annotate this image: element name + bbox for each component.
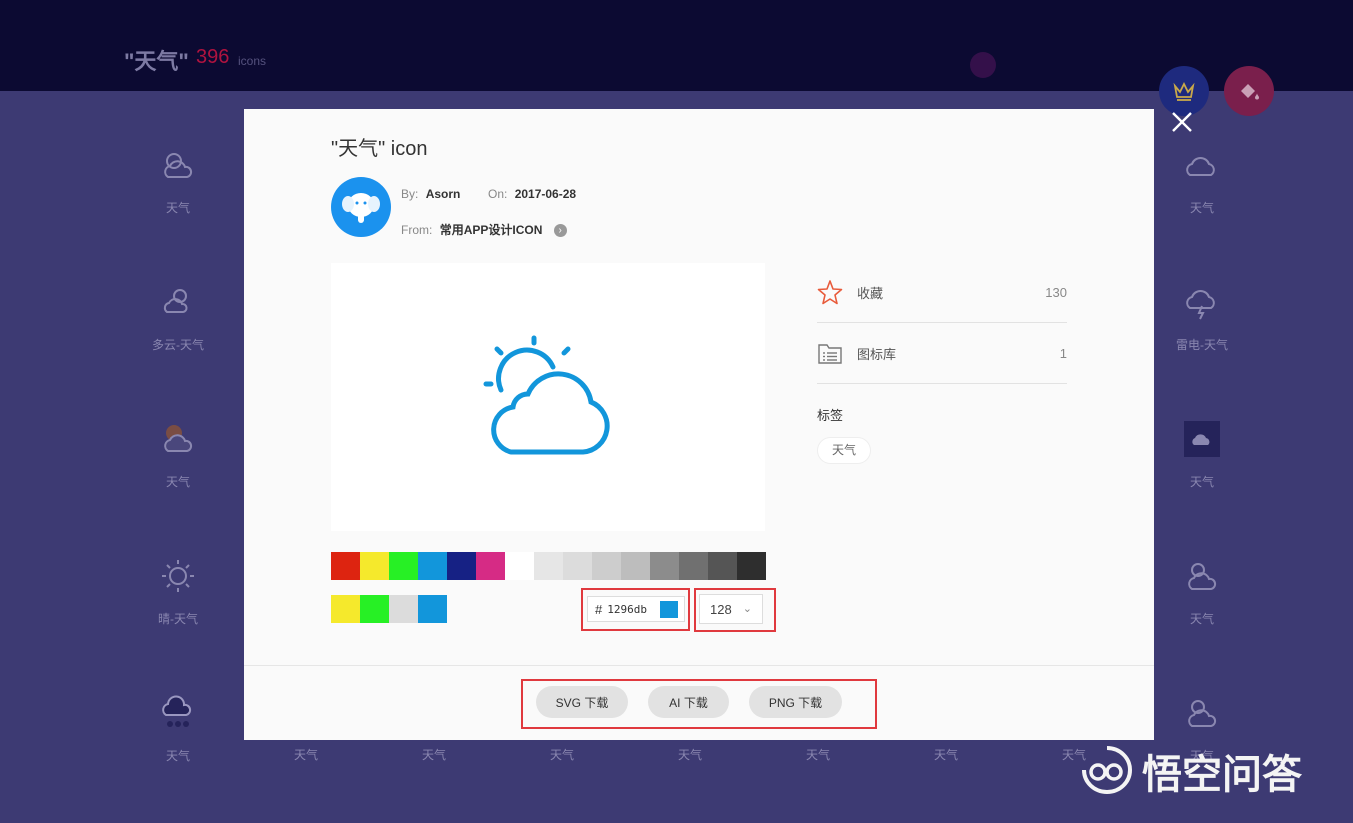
color-swatch[interactable] <box>418 552 447 580</box>
bg-icon-label: 天气 <box>678 748 703 762</box>
bg-icon-label: 多云-天气 <box>152 338 204 352</box>
tags-heading: 标签 <box>817 408 844 423</box>
bg-icon-item[interactable]: 天气 <box>1162 556 1242 627</box>
on-label: On: <box>488 187 508 201</box>
library-label: 图标库 <box>857 346 897 362</box>
author-name[interactable]: Asorn <box>426 187 461 201</box>
recent-color-swatch[interactable] <box>331 595 360 623</box>
recent-color-swatch[interactable] <box>389 595 418 623</box>
watermark-text: 悟空问答 <box>1142 753 1302 797</box>
color-swatch[interactable] <box>360 552 389 580</box>
bg-icon-label: 天气 <box>165 475 190 489</box>
highlight-box-size <box>694 588 776 632</box>
favorite-row[interactable]: 收藏 130 <box>817 262 1067 323</box>
cloud-hearts-icon <box>162 695 192 727</box>
star-icon <box>817 280 843 305</box>
wukong-logo-icon <box>1082 746 1133 795</box>
bg-icon-label: 天气 <box>422 748 447 762</box>
bg-icon-label: 雷电-天气 <box>1176 338 1228 352</box>
bg-icon-label: 天气 <box>1189 475 1214 489</box>
publish-date: 2017-06-28 <box>514 187 577 201</box>
highlight-box-color <box>581 588 690 631</box>
bg-icon-label: 天气 <box>934 748 959 762</box>
bg-icon-item[interactable]: 天气 <box>138 145 218 216</box>
bg-icon-label: 天气 <box>294 748 319 762</box>
search-title: "天气" <box>124 49 189 74</box>
favorite-label: 收藏 <box>857 285 884 301</box>
color-swatch[interactable] <box>331 552 360 580</box>
date-meta: On: 2017-06-28 <box>488 187 576 201</box>
bg-icon-item[interactable]: 晴-天气 <box>138 556 218 627</box>
bg-icon-label: 天气 <box>1189 612 1214 626</box>
thunder-cloud-icon <box>1186 290 1215 320</box>
result-unit: icons <box>238 54 267 68</box>
crown-button[interactable] <box>1159 66 1209 116</box>
recent-colors <box>331 595 447 623</box>
bg-icon-item[interactable]: 天气 <box>138 419 218 490</box>
elephant-avatar-icon <box>342 193 380 223</box>
crown-icon <box>1173 81 1195 101</box>
sun-cloud-outline-icon <box>1188 700 1217 727</box>
color-swatch[interactable] <box>476 552 505 580</box>
bg-icon-label: 天气 <box>1189 201 1214 215</box>
bg-icon-item[interactable]: 天气 <box>1162 419 1242 490</box>
chevron-right-icon[interactable]: › <box>553 224 567 238</box>
color-swatch[interactable] <box>708 552 737 580</box>
bg-icon-label: 天气 <box>165 749 190 763</box>
cloud-sun-icon <box>164 153 193 178</box>
bg-icon-item[interactable]: 天气 <box>138 693 218 764</box>
favorite-count: 130 <box>1045 284 1067 300</box>
modal-title: "天气" icon <box>331 138 428 160</box>
bg-icon-label: 天气 <box>806 748 831 762</box>
collection-meta: From: 常用APP设计ICON › <box>401 221 567 238</box>
paint-bucket-icon <box>1241 84 1259 100</box>
recent-color-swatch[interactable] <box>360 595 389 623</box>
recent-color-swatch[interactable] <box>418 595 447 623</box>
bg-icon-item[interactable]: 雷电-天气 <box>1162 282 1242 353</box>
sun-cloud-icon <box>483 335 610 455</box>
color-swatch[interactable] <box>737 552 766 580</box>
color-swatch[interactable] <box>447 552 476 580</box>
close-icon[interactable] <box>1170 110 1194 134</box>
by-label: By: <box>401 187 419 201</box>
from-label: From: <box>401 223 433 237</box>
status-dot <box>970 52 996 78</box>
result-count: 396 <box>196 46 230 68</box>
color-swatch[interactable] <box>505 552 534 580</box>
color-swatch[interactable] <box>679 552 708 580</box>
icon-preview <box>331 263 765 531</box>
color-swatch[interactable] <box>650 552 679 580</box>
paint-bucket-button[interactable] <box>1224 66 1274 116</box>
color-swatch[interactable] <box>563 552 592 580</box>
avatar[interactable] <box>331 177 391 237</box>
sun-cloud-filled-icon <box>164 425 193 452</box>
color-swatch[interactable] <box>534 552 563 580</box>
sun-icon <box>162 560 194 592</box>
bg-icon-item[interactable]: 多云-天气 <box>138 282 218 353</box>
library-row[interactable]: 图标库 1 <box>817 323 1067 384</box>
cloud-icon <box>1186 157 1215 176</box>
bg-icon-label: 天气 <box>165 201 190 215</box>
cloud-tile-icon <box>1184 421 1220 457</box>
color-swatch[interactable] <box>621 552 650 580</box>
partly-cloudy-icon <box>163 289 188 313</box>
watermark: 悟空问答 <box>1078 742 1302 800</box>
sunny-cloud-icon <box>1188 563 1217 590</box>
tag-chip[interactable]: 天气 <box>817 437 872 464</box>
highlight-box-downloads <box>521 679 877 729</box>
color-swatch[interactable] <box>389 552 418 580</box>
icon-detail-modal: "天气" icon By: Asorn On: 2017-06-28 From:… <box>244 109 1154 740</box>
color-swatch[interactable] <box>592 552 621 580</box>
top-bar: "天气" 396 icons <box>0 0 1353 91</box>
bg-icon-label: 晴-天气 <box>158 612 198 626</box>
library-icon <box>818 344 842 364</box>
author-meta: By: Asorn <box>401 187 460 201</box>
color-palette <box>331 552 766 580</box>
collection-link[interactable]: 常用APP设计ICON <box>440 223 543 237</box>
library-count: 1 <box>1059 345 1067 361</box>
bg-icon-label: 天气 <box>550 748 575 762</box>
bg-icon-item[interactable]: 天气 <box>1162 145 1242 216</box>
